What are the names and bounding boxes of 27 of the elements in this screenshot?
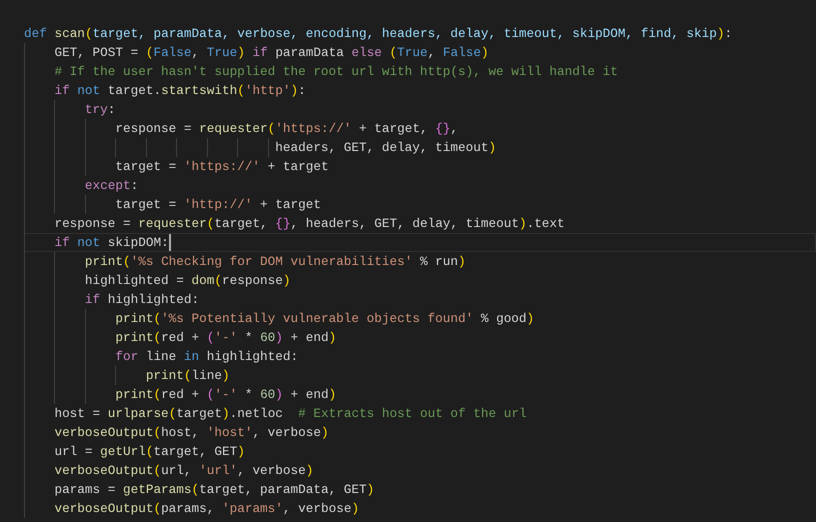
code-line: try: [84, 102, 116, 117]
text-cursor [168, 234, 171, 251]
code-line: verboseOutput(params, 'params', verbose) [53, 501, 360, 516]
code-line: headers, GET, delay, timeout) [274, 140, 496, 155]
code-line: verboseOutput(host, 'host', verbose) [53, 425, 329, 440]
code-line: # If the user hasn't supplied the root url with http(s), we will handle it [53, 64, 618, 79]
code-line: print(red + ('-' * 60) + end) [114, 330, 336, 345]
code-line: response = requester('https://' + target, {}, [114, 121, 458, 136]
code-line: for line in highlighted: [114, 349, 298, 364]
code-line: verboseOutput(url, 'url', verbose) [53, 463, 314, 478]
code-line: print(red + ('-' * 60) + end) [114, 387, 336, 402]
code-line: params = getParams(target, paramData, GET) [53, 482, 374, 497]
code-line: print('%s Potentially vulnerable objects found' % good) [114, 311, 534, 326]
code-line: host = urlparse(target).netloc # Extracts host out of the url [53, 406, 527, 421]
code-line: if not target.startswith('http'): [53, 83, 306, 98]
code-line: GET, POST = (False, True) if paramData else (True, False) [53, 45, 489, 60]
code-line: print(line) [144, 368, 230, 383]
code-line: target = 'https://' + target [114, 159, 329, 174]
code-line: except: [84, 178, 138, 193]
code-line: print('%s Checking for DOM vulnerabilities' % run) [84, 254, 466, 269]
code-line: highlighted = dom(response) [84, 273, 291, 288]
code-line: url = getUrl(target, GET) [53, 444, 245, 459]
code-line: response = requester(target, {}, headers, GET, delay, timeout).text [53, 216, 565, 231]
code-line: target = 'http://' + target [114, 197, 321, 212]
code-line: def scan(target, paramData, verbose, encoding, headers, delay, timeout, skipDOM, find, skip): [24, 26, 732, 41]
code-line: if highlighted: [84, 292, 200, 307]
code-line: if not skipDOM: [53, 235, 169, 250]
